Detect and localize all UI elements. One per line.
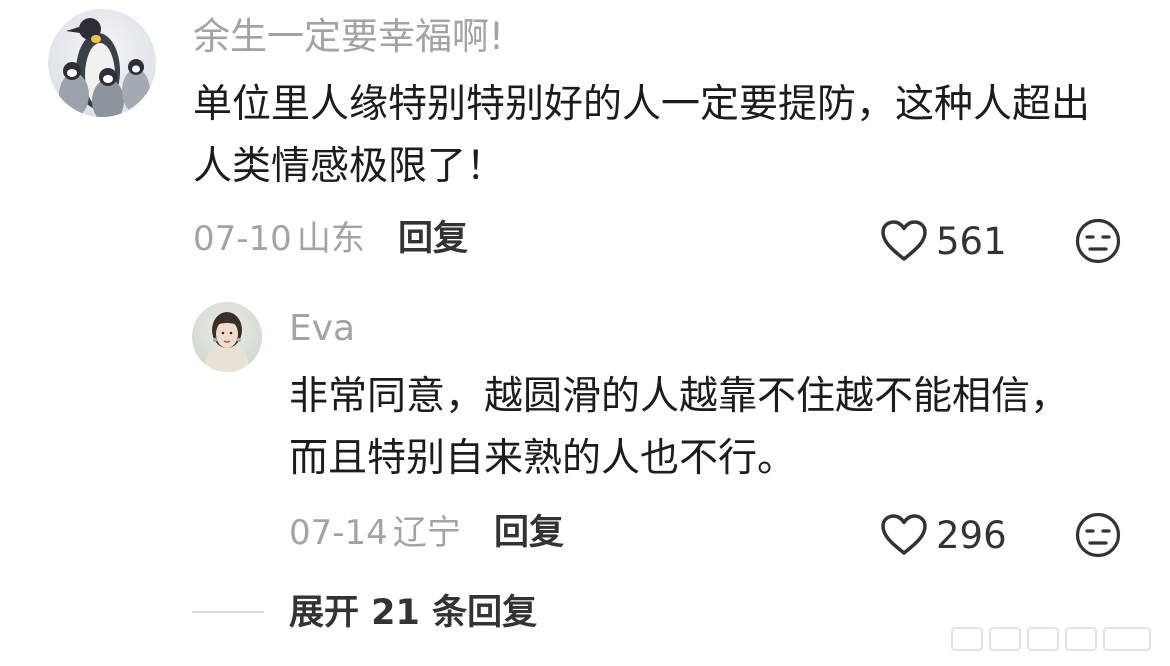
- reply-like-button[interactable]: 296: [880, 510, 1007, 560]
- reply-meta: 07-14 辽宁 回复: [289, 508, 564, 558]
- comment-reply-button[interactable]: 回复: [398, 219, 468, 259]
- reply-like-count: 296: [936, 513, 1007, 557]
- commenter-username[interactable]: 余生一定要幸福啊!: [193, 12, 504, 62]
- reply-avatar[interactable]: [192, 302, 262, 372]
- heart-icon: [881, 220, 927, 261]
- meh-face-icon: [1075, 218, 1121, 264]
- expand-replies-button[interactable]: 展开 21 条回复: [289, 588, 537, 638]
- comment-date: 07-10: [193, 219, 292, 259]
- comment-text: 单位里人缘特别特别好的人一定要提防，这种人超出人类情感极限了！: [193, 82, 1091, 189]
- heart-icon: [881, 514, 927, 555]
- reply-text: 非常同意，越圆滑的人越靠不住越不能相信，而且特别自来熟的人也不行。: [289, 374, 1070, 481]
- woman-portrait-avatar-icon: [204, 312, 250, 372]
- reply-dislike-button[interactable]: [1075, 512, 1121, 562]
- reply-date: 07-14: [289, 513, 388, 553]
- comment-dislike-button[interactable]: [1075, 218, 1121, 268]
- comment-like-button[interactable]: 561: [880, 216, 1007, 266]
- meh-face-icon: [1075, 512, 1121, 558]
- commenter-avatar[interactable]: [48, 9, 156, 117]
- reply-reply-button[interactable]: 回复: [494, 513, 564, 553]
- comment-location: 山东: [296, 219, 365, 259]
- expand-divider: [192, 611, 264, 613]
- reply-username[interactable]: Eva: [289, 304, 355, 354]
- comment-meta: 07-10 山东 回复: [193, 214, 468, 264]
- penguin-avatar-icon: [59, 18, 150, 117]
- reply-location: 辽宁: [392, 513, 461, 553]
- comment-like-count: 561: [936, 219, 1007, 263]
- watermark-icon: [951, 627, 1151, 651]
